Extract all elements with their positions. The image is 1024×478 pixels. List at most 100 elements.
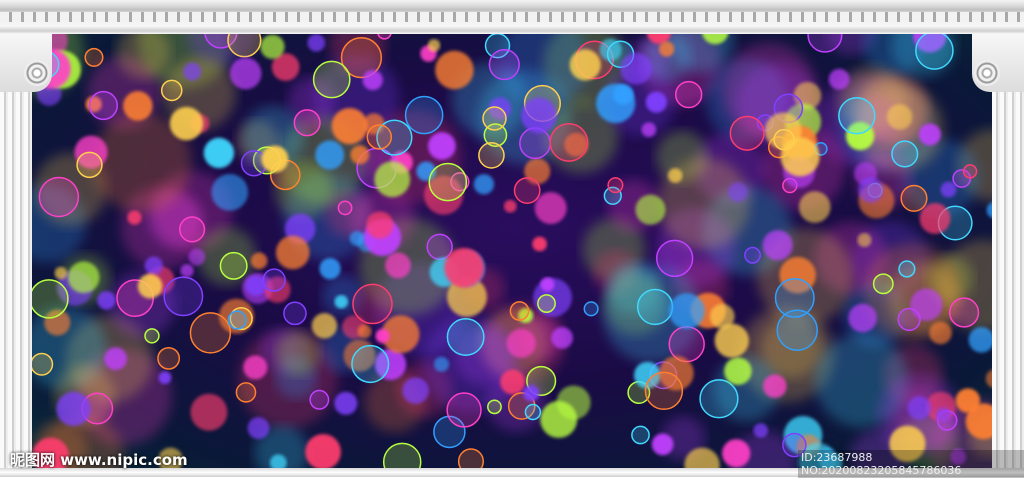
bokeh-light (76, 151, 103, 179)
bokeh-light (513, 177, 541, 204)
bokeh-light (243, 355, 268, 380)
cornice-dentils (0, 12, 1024, 22)
bokeh-light (331, 107, 368, 145)
watermark-site: 昵图网 www.nipic.com (10, 451, 188, 469)
bokeh-light (762, 230, 793, 261)
bokeh-light (968, 326, 995, 353)
bokeh-light (898, 260, 916, 278)
bokeh-light (428, 132, 456, 160)
bokeh-light (509, 301, 530, 321)
bokeh-light (556, 385, 591, 420)
bokeh-light (722, 439, 751, 468)
bokeh-light (655, 239, 694, 278)
bokeh-light (351, 344, 390, 384)
bokeh-light (88, 90, 119, 121)
bokeh-light (523, 385, 540, 402)
bokeh-light (948, 297, 980, 328)
bokeh-light (366, 211, 394, 239)
bokeh-light (798, 191, 831, 223)
bokeh-light (357, 324, 372, 339)
bokeh-light (123, 91, 153, 121)
bokeh-light (929, 321, 952, 345)
bokeh-blur-light (275, 331, 320, 376)
bokeh-light (907, 396, 932, 420)
bokeh-light (382, 442, 422, 470)
bokeh-light (229, 57, 262, 90)
bokeh-light (188, 248, 206, 266)
bokeh-light (714, 323, 749, 358)
bokeh-light (940, 181, 957, 198)
bokeh-light (374, 161, 411, 198)
bokeh-light (349, 230, 365, 246)
bokeh-light (763, 374, 787, 398)
bokeh-light (180, 264, 194, 278)
bokeh-light (366, 124, 393, 150)
watermark-id: ID:23687988 NO:20200823205845786036 (798, 450, 1024, 478)
bokeh-light (503, 199, 517, 213)
bokeh-light (137, 273, 163, 299)
bokeh-light (744, 246, 762, 264)
bokeh-light (612, 84, 634, 105)
bokeh-light (435, 50, 474, 90)
bokeh-light (599, 38, 622, 61)
bokeh-light (404, 95, 444, 135)
bokeh-light (753, 423, 769, 438)
bokeh-light (219, 251, 248, 280)
bokeh-light (38, 176, 80, 218)
bokeh-lights (30, 30, 996, 470)
bokeh-light (858, 177, 884, 203)
bokeh-light (311, 313, 338, 339)
bokeh-light (183, 62, 202, 81)
bokeh-light (158, 371, 172, 385)
bokeh-light (337, 200, 353, 216)
bokeh-light (350, 145, 370, 165)
bokeh-light (534, 192, 567, 225)
bokeh-light (211, 173, 249, 211)
bokeh-light (54, 266, 68, 280)
bokeh-light (163, 276, 204, 317)
bokeh-light (500, 369, 526, 395)
bokeh-light (645, 91, 667, 113)
bokeh-light (658, 41, 675, 57)
bokeh-light (127, 210, 142, 225)
bokeh-light (641, 122, 657, 138)
bokeh-light (635, 194, 666, 225)
bokeh-light (250, 252, 268, 270)
bokeh-light (144, 256, 163, 275)
bokeh-light (478, 142, 505, 169)
bokeh-light (444, 248, 484, 288)
bokeh-light (30, 352, 54, 376)
bokeh-light (446, 318, 485, 356)
bokeh-light (189, 312, 232, 354)
bokeh-light (607, 177, 624, 194)
bokeh-light (583, 301, 599, 317)
bokeh-light (67, 261, 100, 294)
bokeh-light (247, 417, 270, 440)
bokeh-light (309, 389, 330, 410)
bokeh-light (549, 122, 589, 162)
bokeh-light (488, 48, 520, 81)
bokeh-light (540, 277, 555, 292)
bokeh-light (659, 355, 694, 391)
bokeh-light (962, 164, 978, 179)
bokeh-light (446, 392, 482, 428)
bokeh-light (651, 433, 674, 456)
bokeh-light (955, 388, 981, 413)
bokeh-light (385, 252, 411, 279)
bokeh-light (919, 203, 951, 234)
bokeh-light (157, 346, 181, 370)
bokeh-light (667, 168, 683, 183)
bokeh-light (190, 393, 228, 431)
bokeh-light (848, 303, 877, 333)
bokeh-light (312, 60, 351, 99)
bokeh-light (506, 328, 536, 358)
bokeh-light (104, 347, 127, 371)
bokeh-light (227, 310, 247, 330)
bokeh-light (857, 233, 872, 248)
bokeh-light (668, 293, 705, 329)
bokeh-light (457, 448, 485, 470)
bokeh-light (724, 357, 752, 385)
bokeh-light (319, 258, 341, 280)
bokeh-light (935, 407, 951, 423)
bokeh-light (891, 140, 919, 168)
